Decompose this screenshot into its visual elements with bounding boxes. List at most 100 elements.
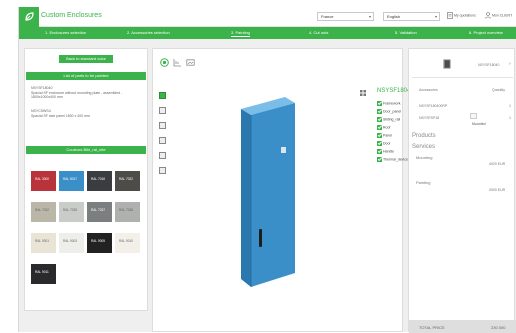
- color-swatch[interactable]: RAL 7035: [59, 202, 84, 222]
- checkbox-checked-icon: [377, 101, 382, 106]
- language-select[interactable]: English ▾: [383, 12, 440, 21]
- color-swatch[interactable]: RAL 5017: [59, 171, 84, 191]
- checkbox-checked-icon: [377, 109, 382, 114]
- part-desc: Spacial SF side panel 1800 x 400 mm: [31, 113, 90, 118]
- color-swatch[interactable]: RAL 9011: [31, 264, 56, 284]
- color-swatch[interactable]: RAL 9003: [59, 233, 84, 253]
- enclosure-label: [281, 147, 286, 153]
- painting-panel: Back to standard color List of parts to …: [24, 48, 148, 311]
- app-window: Custom Enclosures France ▾ English ▾ My …: [18, 7, 516, 333]
- 3d-viewer: NSYSF18040 Framework Door_panel Sliding_ra…: [152, 48, 414, 332]
- country-value: France: [321, 14, 334, 19]
- part-toggle-label: Roof: [383, 125, 391, 130]
- part-toggle[interactable]: Door: [377, 141, 391, 146]
- swatch-label: RAL 9011: [35, 270, 49, 274]
- quotations-link[interactable]: My quotations: [447, 12, 476, 19]
- product-code: NSYSF18040: [478, 63, 500, 67]
- screenshot-icon[interactable]: [186, 58, 195, 67]
- step-project-overview[interactable]: 6. Project overview: [469, 30, 503, 35]
- color-swatch[interactable]: RAL 9010: [115, 233, 140, 253]
- part-toggle-label: Door: [383, 141, 391, 146]
- swatch-label: RAL 9010: [119, 239, 134, 243]
- step-painting[interactable]: 3. Painting: [231, 30, 250, 37]
- color-swatch[interactable]: RAL 3000: [31, 171, 56, 191]
- painting-label: Painting: [416, 180, 431, 185]
- step-enclosures[interactable]: 1. Enclosures selection: [45, 30, 86, 35]
- step-validation[interactable]: 5. Validation: [395, 30, 417, 35]
- view-face-icon[interactable]: [159, 167, 166, 174]
- view-face-icon[interactable]: [159, 137, 166, 144]
- part-toggle[interactable]: Roof: [377, 125, 390, 130]
- view-face-icon[interactable]: [159, 92, 166, 99]
- part-toggle-label: Panel: [383, 133, 392, 138]
- enclosure-side: [241, 109, 251, 287]
- enclosure-thumbnail-icon: [443, 59, 451, 69]
- step-cut-outs[interactable]: 4. Cut outs: [309, 30, 328, 35]
- rotate-icon[interactable]: [160, 58, 169, 67]
- products-heading: Products: [412, 133, 436, 139]
- step-accessories[interactable]: 2. Accessories selection: [127, 30, 170, 35]
- line-qty: 1: [509, 116, 511, 120]
- swatch-label: RAL 9003: [63, 239, 78, 243]
- user-link[interactable]: Mon CLIENT: [485, 12, 512, 19]
- view-face-icon[interactable]: [159, 122, 166, 129]
- color-swatch[interactable]: RAL 7032: [31, 202, 56, 222]
- total-label: TOTAL PRICE: [419, 325, 445, 330]
- enclosure-3d-model[interactable]: [223, 89, 313, 289]
- part-toggle-label: Thermal_device: [383, 157, 408, 162]
- user-icon: [485, 12, 491, 19]
- part-item[interactable]: NSYSF18040 Spacial SF enclosure without …: [31, 86, 143, 100]
- part-toggle[interactable]: Handle: [377, 149, 394, 154]
- back-to-standard-button[interactable]: Back to standard color: [59, 55, 113, 63]
- color-swatch[interactable]: RAL 7022: [115, 171, 140, 191]
- colors-header: Couleurs Bibl_ral_nite: [26, 146, 146, 154]
- line-code: NSYSF180400RP: [419, 104, 448, 108]
- divider: [412, 77, 513, 78]
- line-qty: 1: [509, 104, 511, 108]
- dimensions-icon[interactable]: [173, 58, 182, 67]
- view-face-icon[interactable]: [159, 107, 166, 114]
- grid-icon[interactable]: [360, 90, 366, 96]
- wizard-steps: 1. Enclosures selection 2. Accessories s…: [19, 27, 516, 39]
- services-heading: Services: [412, 144, 436, 150]
- leaf-logo-icon: [25, 12, 34, 21]
- enclosure-front: [251, 103, 295, 287]
- color-swatch[interactable]: RAL 7037: [87, 202, 112, 222]
- language-value: English: [387, 14, 401, 19]
- part-toggle[interactable]: Sliding_rail: [377, 117, 400, 122]
- color-swatch[interactable]: RAL 7016: [87, 171, 112, 191]
- part-toggle[interactable]: Door_panel: [377, 109, 401, 114]
- mounted-label: Mounted: [472, 122, 486, 126]
- checkbox-checked-icon: [377, 125, 382, 130]
- swatch-label: RAL 9005: [91, 239, 106, 243]
- user-label: Mon CLIENT: [492, 13, 513, 18]
- accessories-header: Accessories: [419, 88, 438, 92]
- part-toggle[interactable]: Panel: [377, 133, 392, 138]
- part-desc: Spacial SF enclosure without mounting pl…: [31, 90, 123, 100]
- app-title: Custom Enclosures: [41, 12, 102, 19]
- part-toggle-label: Door_panel: [383, 109, 402, 114]
- total-price: 230 000: [491, 325, 506, 330]
- part-toggle[interactable]: Framework: [377, 101, 401, 106]
- logo[interactable]: [19, 7, 39, 27]
- part-toggle[interactable]: Thermal_device: [377, 157, 408, 162]
- quotations-label: My quotations: [454, 13, 476, 18]
- total-bar: TOTAL PRICE 230 000: [409, 320, 516, 333]
- mounted-checkbox[interactable]: [470, 113, 477, 119]
- color-swatch[interactable]: RAL 9001: [31, 233, 56, 253]
- chevron-right-icon[interactable]: ›: [509, 61, 511, 67]
- swatch-label: RAL 3000: [35, 177, 50, 181]
- quote-summary: NSYSF18040 › Accessories Quantity NSYSF1…: [408, 48, 516, 333]
- checkbox-checked-icon: [377, 149, 382, 154]
- country-select[interactable]: France ▾: [317, 12, 374, 21]
- line-code: NSYSFSP18: [419, 116, 440, 120]
- color-swatch[interactable]: RAL 9005: [87, 233, 112, 253]
- checkbox-checked-icon: [377, 133, 382, 138]
- color-swatch[interactable]: RAL 7038: [115, 202, 140, 222]
- checkbox-checked-icon: [377, 117, 382, 122]
- view-face-icon[interactable]: [159, 152, 166, 159]
- checkbox-checked-icon: [377, 157, 382, 162]
- swatch-label: RAL 5017: [63, 177, 78, 181]
- part-item[interactable]: NSYCSWS4 Spacial SF side panel 1800 x 40…: [31, 109, 143, 118]
- part-toggle-label: Handle: [383, 149, 395, 154]
